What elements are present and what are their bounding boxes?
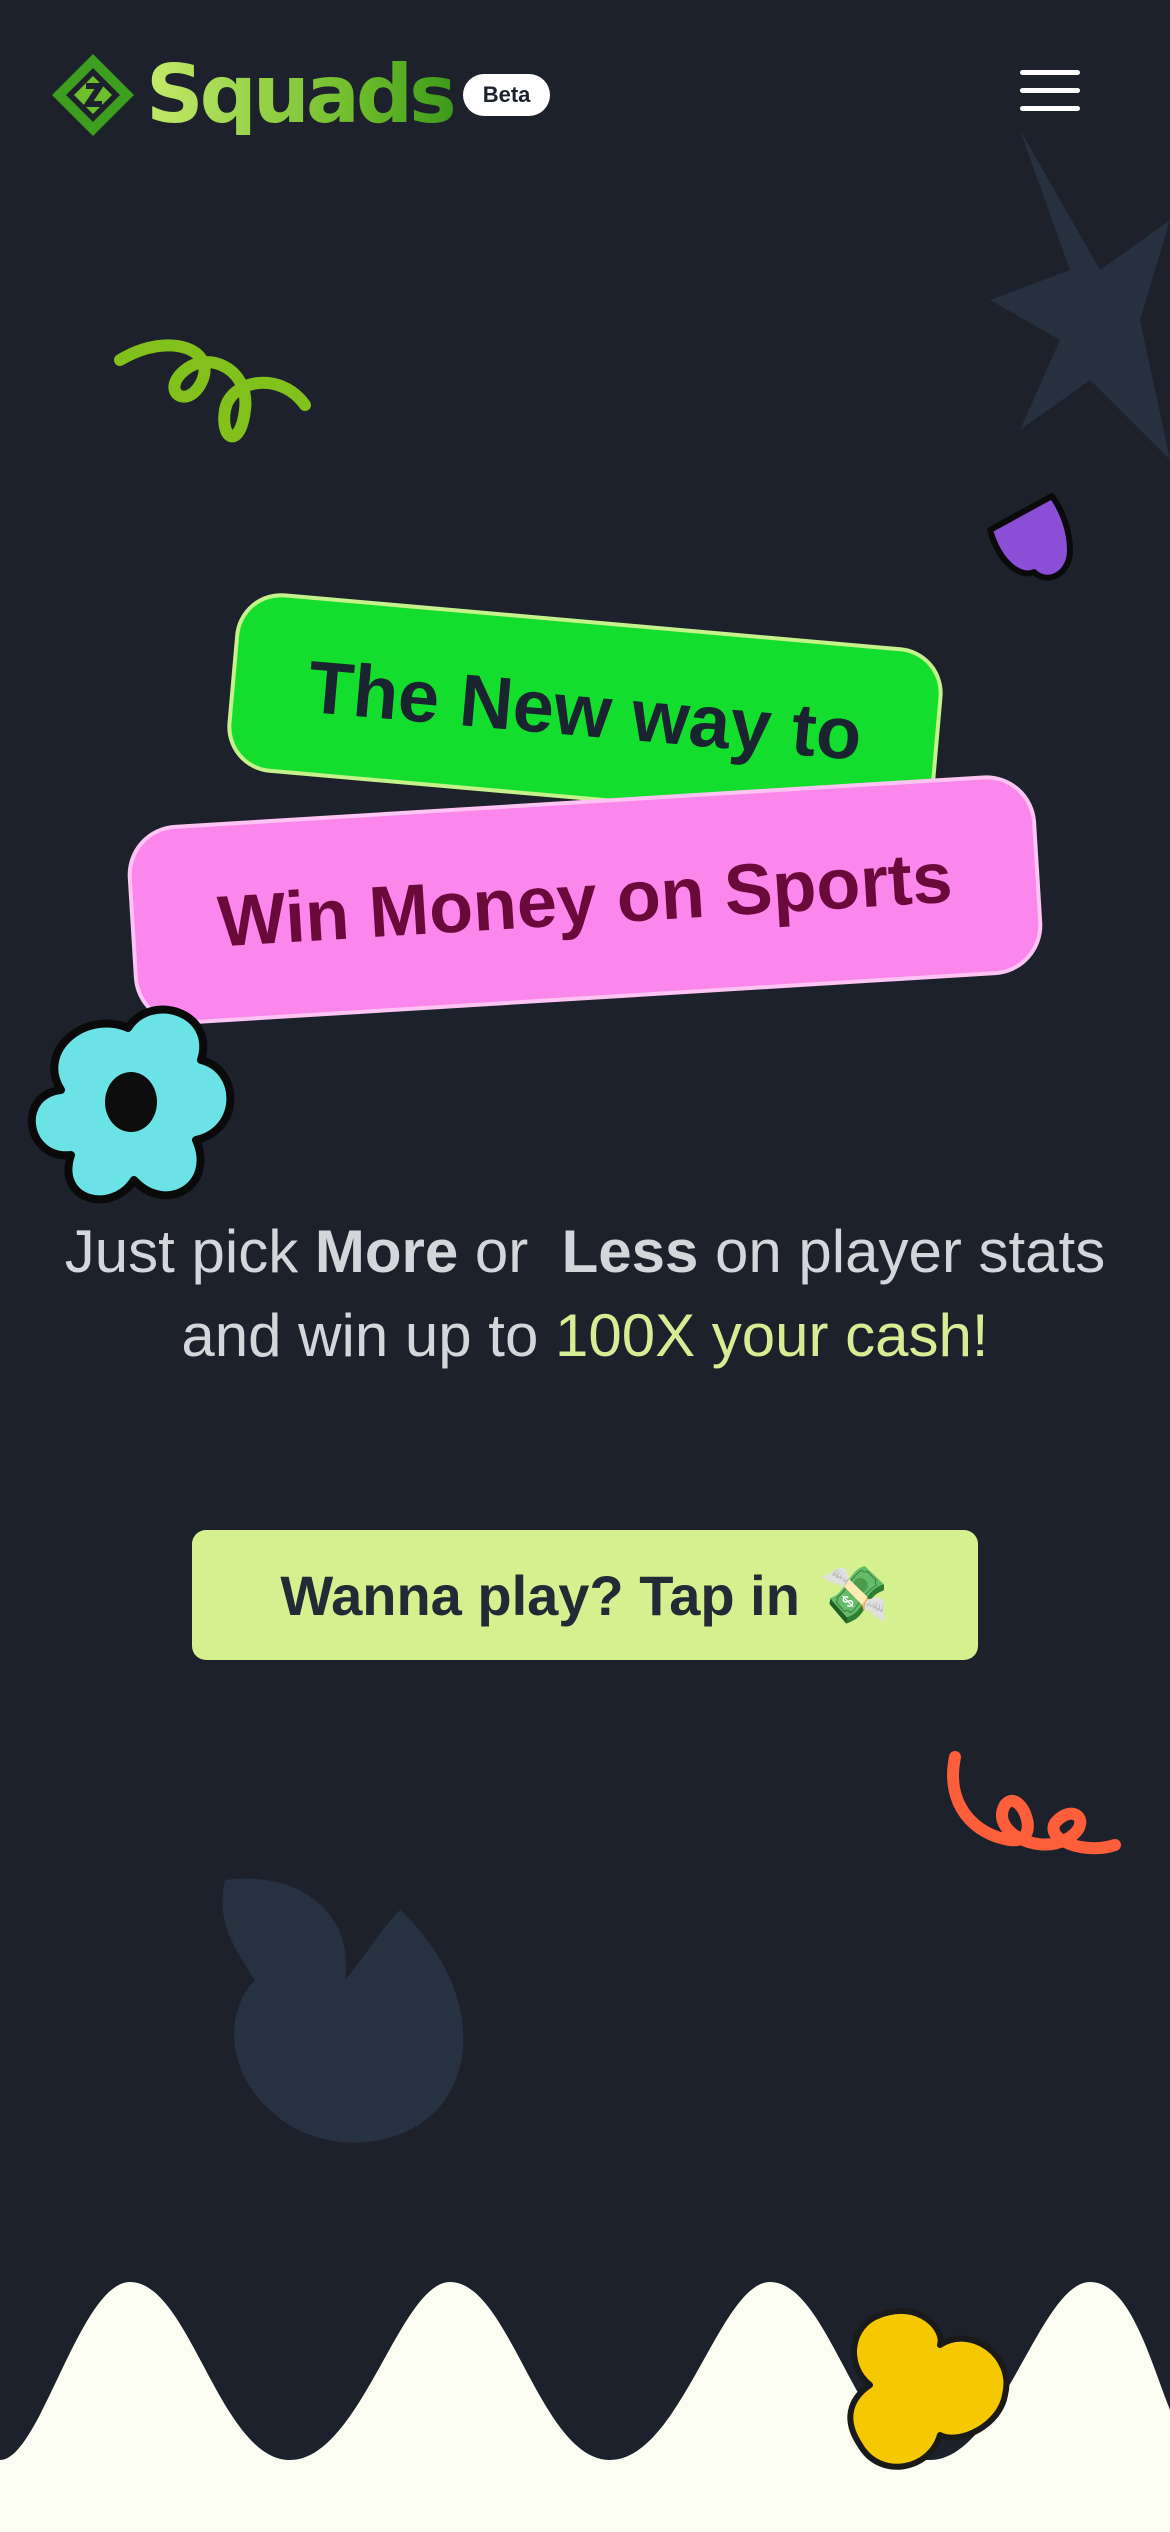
menu-line: [1020, 70, 1080, 75]
cta-label: Wanna play? Tap in: [280, 1563, 800, 1627]
headline-line1: The New way to: [304, 644, 866, 776]
flame-shape-icon: [222, 1878, 464, 2143]
play-cta-button[interactable]: Wanna play? Tap in 💸: [192, 1530, 978, 1660]
menu-line: [1020, 88, 1080, 93]
money-wings-icon: 💸: [819, 1563, 890, 1626]
wave-divider: [0, 2282, 1170, 2532]
tagline-less: Less: [561, 1218, 699, 1285]
flower-cyan-icon: [27, 1005, 235, 1204]
tagline-highlight: 100X your cash!: [555, 1302, 989, 1369]
brand-name: Squads: [146, 48, 457, 141]
tagline-text-2: or: [458, 1218, 562, 1285]
logo-diamond-icon: [52, 54, 134, 136]
brand-logo[interactable]: Squads Beta: [48, 48, 551, 141]
star-shape-icon: [990, 130, 1170, 460]
tagline-more: More: [314, 1218, 459, 1285]
hamburger-menu-icon[interactable]: [1020, 70, 1080, 120]
menu-line: [1020, 106, 1080, 111]
squiggle-orange-icon: [947, 1751, 1121, 1855]
headline-pill-bottom: Win Money on Sports: [124, 772, 1046, 1028]
tagline: Just pick More or Less on player stats a…: [40, 1210, 1130, 1378]
headline-line2: Win Money on Sports: [215, 837, 955, 963]
beta-badge: Beta: [462, 74, 551, 116]
heart-purple-icon: [987, 493, 1073, 581]
squiggle-green-icon: [114, 339, 311, 443]
blob-yellow-icon: [847, 2307, 1010, 2470]
tagline-text-1: Just pick: [64, 1218, 315, 1285]
